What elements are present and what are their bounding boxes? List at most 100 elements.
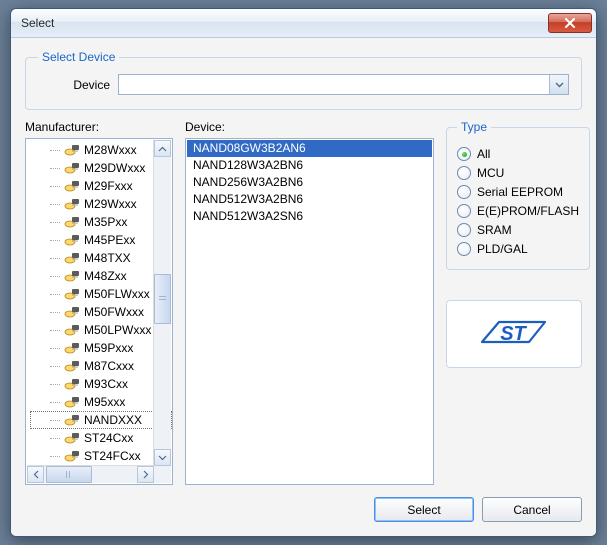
manufacturer-item[interactable]: M95xxx [30, 393, 172, 411]
manufacturer-item[interactable]: M29DWxxx [30, 159, 172, 177]
tree-connector [50, 420, 60, 421]
manufacturer-item[interactable]: M48TXX [30, 249, 172, 267]
scroll-down-button[interactable] [154, 449, 171, 466]
titlebar[interactable]: Select [11, 9, 596, 38]
chip-icon [64, 323, 80, 337]
manufacturer-item[interactable]: M29Wxxx [30, 195, 172, 213]
manufacturer-tree[interactable]: M28Wxxx M29DWxxx M29Fxxx M29Wxxx M35Pxx M45PE… [25, 138, 173, 485]
type-option[interactable]: SRAM [457, 223, 579, 237]
radio-icon [457, 166, 471, 180]
type-group: Type All MCU Serial EEPROM E(E)PROM/FLASH SR… [446, 120, 590, 270]
manufacturer-item-label: M48TXX [84, 251, 131, 265]
manufacturer-item[interactable]: M93Cxx [30, 375, 172, 393]
chip-icon [64, 143, 80, 157]
scroll-left-button[interactable] [27, 466, 44, 483]
manufacturer-item[interactable]: M48Zxx [30, 267, 172, 285]
manufacturer-item-label: M29DWxxx [84, 161, 145, 175]
scroll-thumb[interactable] [46, 466, 92, 483]
manufacturer-item[interactable]: ST24Cxx [30, 429, 172, 447]
type-option-label: Serial EEPROM [477, 185, 563, 199]
tree-connector [50, 204, 60, 205]
tree-connector [50, 240, 60, 241]
tree-connector [50, 258, 60, 259]
type-option-label: E(E)PROM/FLASH [477, 204, 579, 218]
select-device-group: Select Device Device [25, 50, 582, 110]
scroll-up-button[interactable] [154, 140, 171, 157]
chip-icon [64, 197, 80, 211]
type-option-label: SRAM [477, 223, 512, 237]
chip-icon [64, 359, 80, 373]
manufacturer-item[interactable]: M50FWxxx [30, 303, 172, 321]
type-option[interactable]: MCU [457, 166, 579, 180]
manufacturer-item-label: M59Pxxx [84, 341, 133, 355]
scroll-corner [154, 466, 171, 483]
device-combobox-button[interactable] [549, 75, 568, 94]
select-device-legend: Select Device [38, 50, 119, 64]
chevron-right-icon [143, 470, 149, 479]
manufacturer-item-label: M95xxx [84, 395, 125, 409]
tree-connector [50, 402, 60, 403]
manufacturer-item[interactable]: M45PExx [30, 231, 172, 249]
manufacturer-item[interactable]: M28Wxxx [30, 141, 172, 159]
radio-icon [457, 223, 471, 237]
device-item[interactable]: NAND512W3A2BN6 [187, 191, 432, 208]
close-button[interactable] [548, 13, 592, 33]
chip-icon [64, 287, 80, 301]
chip-icon [64, 179, 80, 193]
device-listbox[interactable]: NAND08GW3B2AN6NAND128W3A2BN6NAND256W3A2B… [185, 138, 434, 485]
device-label: Device [62, 78, 110, 92]
chip-icon [64, 305, 80, 319]
manufacturer-item-label: M28Wxxx [84, 143, 137, 157]
manufacturer-item[interactable]: NANDXXX [30, 411, 172, 429]
chip-icon [64, 377, 80, 391]
device-item[interactable]: NAND512W3A2SN6 [187, 208, 432, 225]
manufacturer-item-label: M50FWxxx [84, 305, 144, 319]
type-legend: Type [457, 120, 491, 134]
tree-connector [50, 366, 60, 367]
scroll-right-button[interactable] [137, 466, 154, 483]
manufacturer-item-label: M93Cxx [84, 377, 128, 391]
scroll-thumb[interactable] [154, 274, 171, 324]
dialog-content: Select Device Device Manufacturer: M28Wx [11, 38, 596, 536]
device-item[interactable]: NAND08GW3B2AN6 [187, 140, 432, 157]
close-icon [564, 18, 576, 28]
type-option[interactable]: Serial EEPROM [457, 185, 579, 199]
manufacturer-item-label: ST24Cxx [84, 431, 133, 445]
manufacturer-item[interactable]: M50FLWxxx [30, 285, 172, 303]
device-item[interactable]: NAND128W3A2BN6 [187, 157, 432, 174]
type-option[interactable]: All [457, 147, 579, 161]
manufacturer-item-label: M35Pxx [84, 215, 127, 229]
manufacturer-vscrollbar[interactable] [153, 140, 171, 466]
device-combobox[interactable] [118, 74, 569, 95]
manufacturer-item[interactable]: M50LPWxxx [30, 321, 172, 339]
tree-connector [50, 222, 60, 223]
manufacturer-item-label: M29Fxxx [84, 179, 133, 193]
vendor-logo: ST [446, 300, 582, 368]
type-option[interactable]: E(E)PROM/FLASH [457, 204, 579, 218]
chip-icon [64, 431, 80, 445]
chevron-left-icon [33, 470, 39, 479]
select-button[interactable]: Select [374, 497, 474, 522]
device-item[interactable]: NAND256W3A2BN6 [187, 174, 432, 191]
type-option[interactable]: PLD/GAL [457, 242, 579, 256]
cancel-button[interactable]: Cancel [482, 497, 582, 522]
radio-icon [457, 185, 471, 199]
manufacturer-item-label: M29Wxxx [84, 197, 137, 211]
tree-connector [50, 438, 60, 439]
manufacturer-item[interactable]: M29Fxxx [30, 177, 172, 195]
manufacturer-item[interactable]: M35Pxx [30, 213, 172, 231]
manufacturer-hscrollbar[interactable] [27, 465, 154, 483]
tree-connector [50, 312, 60, 313]
radio-icon [457, 147, 471, 161]
manufacturer-item-label: M50LPWxxx [84, 323, 151, 337]
tree-connector [50, 168, 60, 169]
manufacturer-item[interactable]: M87Cxxx [30, 357, 172, 375]
window-title: Select [21, 16, 548, 30]
tree-connector [50, 276, 60, 277]
manufacturer-item[interactable]: ST24FCxx [30, 447, 172, 465]
chip-icon [64, 269, 80, 283]
device-combobox-value [119, 75, 549, 94]
manufacturer-item[interactable]: M59Pxxx [30, 339, 172, 357]
chip-icon [64, 395, 80, 409]
manufacturer-item-label: M48Zxx [84, 269, 127, 283]
